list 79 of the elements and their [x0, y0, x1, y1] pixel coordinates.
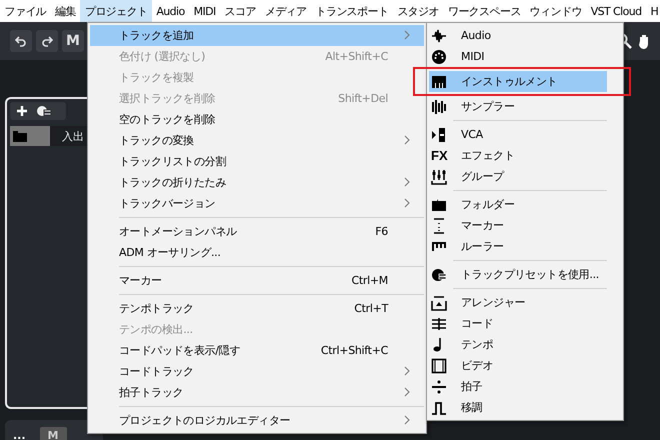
- menubar-item[interactable]: ワークスペース: [443, 0, 526, 22]
- menu-item[interactable]: テンポ: [429, 334, 621, 355]
- menu-item[interactable]: トラックの折りたたみ: [90, 172, 424, 193]
- menubar-item[interactable]: スコア: [220, 0, 260, 22]
- waveform-icon: [431, 28, 447, 44]
- menubar-item[interactable]: MIDI: [189, 0, 220, 22]
- redo-icon: [42, 36, 53, 47]
- menu-item[interactable]: アレンジャー: [429, 292, 621, 313]
- folder-cell[interactable]: [10, 126, 50, 146]
- menu-item[interactable]: Audio: [429, 25, 621, 46]
- menu-item[interactable]: 移調: [429, 397, 621, 418]
- square-pulse-icon: [431, 400, 447, 416]
- chevron-right-icon: [404, 30, 410, 40]
- piano-keys-icon: [431, 74, 447, 90]
- menu-item[interactable]: フォルダー: [429, 194, 621, 215]
- chevron-right-icon: [404, 414, 410, 424]
- menu-item[interactable]: トラックバージョン: [90, 193, 424, 214]
- menu-item[interactable]: VCA: [429, 124, 621, 145]
- chevron-right-icon: [404, 366, 410, 376]
- undo-icon: [15, 36, 26, 47]
- arranger-icon: [431, 294, 447, 310]
- menu-item[interactable]: 拍子: [429, 376, 621, 397]
- din-connector-icon: [431, 48, 447, 64]
- menu-item[interactable]: 拍子トラック: [90, 382, 424, 403]
- menubar-item[interactable]: メディア: [260, 0, 311, 22]
- menu-item[interactable]: テンポトラック Ctrl+T: [90, 298, 424, 319]
- menubar-item[interactable]: 編集: [50, 0, 80, 22]
- menu-item[interactable]: コードトラック: [90, 361, 424, 382]
- menubar-item[interactable]: H: [646, 0, 660, 22]
- mode-button[interactable]: M: [40, 426, 66, 440]
- menu-item[interactable]: グループ: [429, 166, 621, 187]
- undo-button[interactable]: [10, 30, 32, 52]
- track-preset-icon: [431, 266, 447, 282]
- chevron-right-icon: [404, 198, 410, 208]
- redo-button[interactable]: [36, 30, 58, 52]
- chevron-right-icon: [404, 134, 410, 144]
- menu-item[interactable]: プロジェクトのロジカルエディター: [90, 410, 424, 431]
- chevron-right-icon: [404, 176, 410, 186]
- add-icon[interactable]: [16, 105, 28, 117]
- chevron-right-icon: [404, 386, 410, 396]
- menu-item[interactable]: マーカー: [429, 215, 621, 236]
- menu-item[interactable]: 空のトラックを削除: [90, 109, 424, 130]
- menu-item[interactable]: ADM オーサリング...: [90, 242, 424, 263]
- folder-icon: [431, 196, 447, 212]
- menubar-item[interactable]: VST Cloud: [586, 0, 646, 22]
- menu-item[interactable]: トラックプリセットを使用...: [429, 264, 621, 285]
- menu-item[interactable]: ルーラー: [429, 236, 621, 257]
- menu-item[interactable]: トラックを追加: [90, 25, 424, 46]
- menubar-item[interactable]: Audio: [152, 0, 190, 22]
- menu-item[interactable]: ビデオ: [429, 355, 621, 376]
- menu-item[interactable]: トラックの変換: [90, 130, 424, 151]
- chord-lines-icon: [431, 316, 447, 332]
- track-preset-icon[interactable]: [36, 105, 52, 117]
- folder-icon: [13, 130, 27, 142]
- folder-row-label: 入出: [62, 128, 84, 144]
- vca-fader-icon: [431, 126, 447, 142]
- menubar-item[interactable]: ウィンドウ: [525, 0, 586, 22]
- more-button[interactable]: ...: [13, 428, 26, 440]
- mixer-faders-icon: [431, 168, 447, 184]
- menubar-item[interactable]: スタジオ: [392, 0, 444, 22]
- mode-button[interactable]: M: [62, 30, 84, 52]
- marker-icon: [431, 218, 447, 234]
- menubar-item[interactable]: プロジェクト: [80, 0, 152, 22]
- menu-item[interactable]: オートメーションパネル F6: [90, 221, 424, 242]
- menu-item[interactable]: FX エフェクト: [429, 145, 621, 166]
- menu-item[interactable]: コード: [429, 313, 621, 334]
- hand-icon[interactable]: [638, 33, 650, 49]
- divide-sign-icon: [431, 378, 447, 394]
- menu-item[interactable]: サンプラー: [429, 96, 621, 117]
- sampler-bars-icon: [431, 98, 447, 114]
- menu-item[interactable]: インストゥルメント: [429, 71, 607, 92]
- menu-item[interactable]: コードパッドを表示/隠す Ctrl+Shift+C: [90, 340, 424, 361]
- menu-item[interactable]: トラックリストの分割: [90, 151, 424, 172]
- fx-label: FX: [431, 148, 449, 163]
- menubar-item[interactable]: ファイル: [0, 0, 51, 22]
- menubar-item[interactable]: トランスポート: [310, 0, 393, 22]
- film-frame-icon: [431, 358, 447, 374]
- menu-item[interactable]: マーカー Ctrl+M: [90, 270, 424, 291]
- menu-item[interactable]: MIDI: [429, 46, 621, 67]
